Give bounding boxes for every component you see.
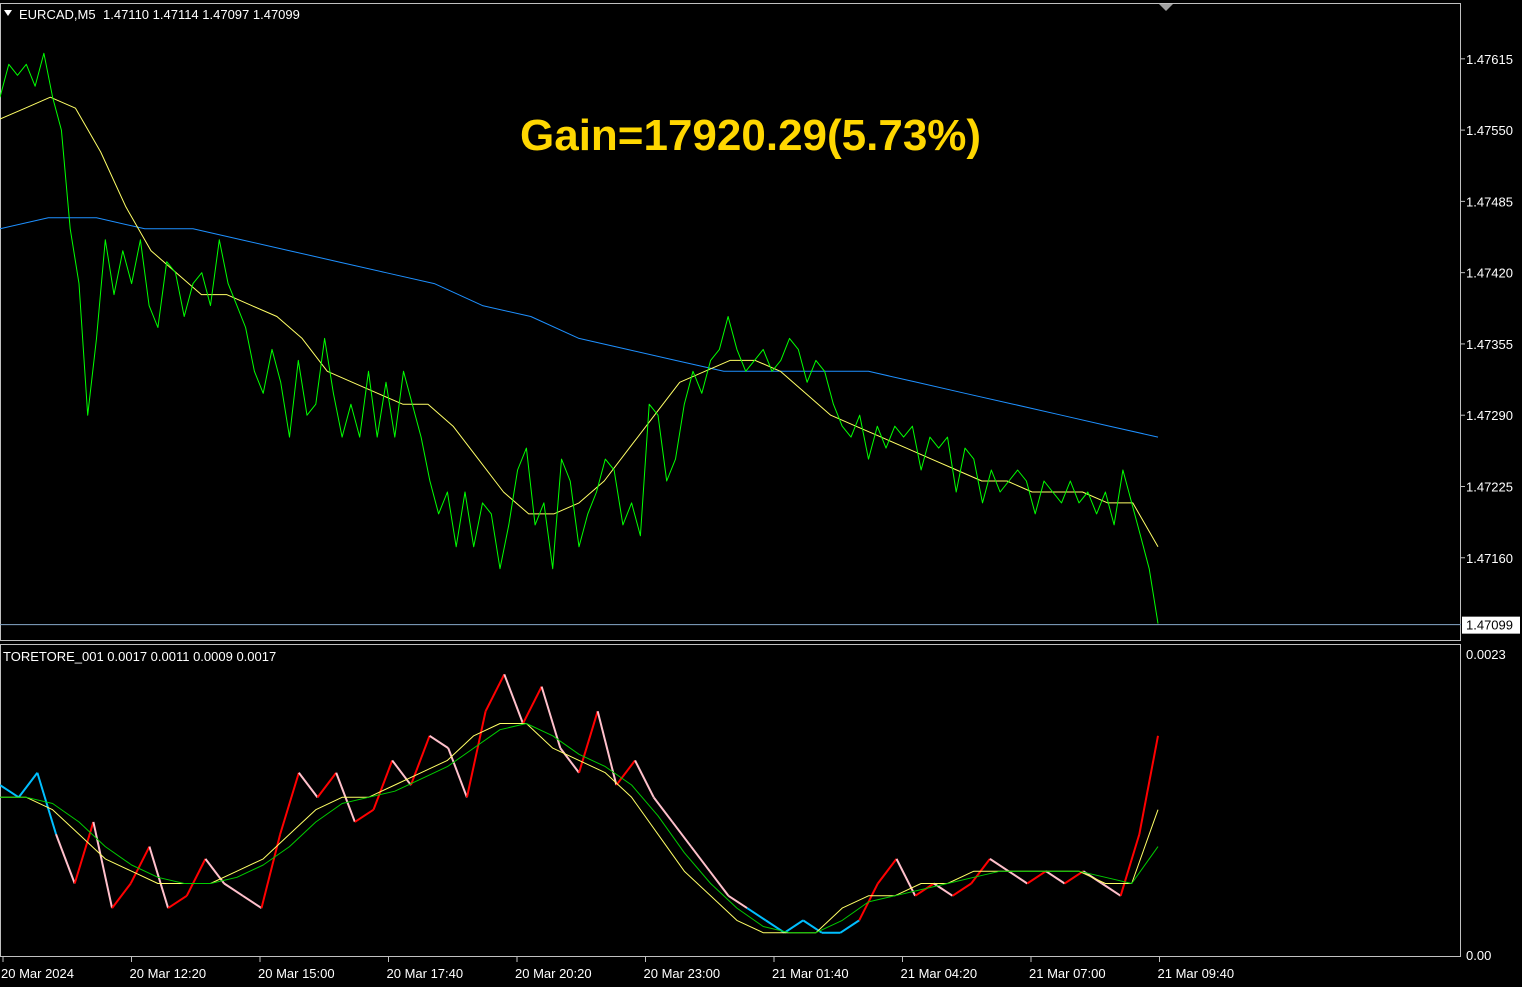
oscillator-segment <box>429 734 449 749</box>
chart-canvas[interactable]: EURCAD,M5 1.47110 1.47114 1.47097 1.4709… <box>0 0 1522 987</box>
oscillator-segment <box>73 821 95 884</box>
oscillator-segment <box>279 772 300 835</box>
main-chart-frame <box>0 3 1461 641</box>
oscillator-segment <box>652 796 674 823</box>
oscillator-segment <box>372 760 394 811</box>
oscillator-segment <box>989 858 1010 873</box>
symbol-label: EURCAD,M5 <box>19 7 96 22</box>
current-price-label: 1.47099 <box>1466 618 1513 633</box>
oscillator-signal-line-2 <box>0 723 1159 934</box>
oscillator-segment <box>1045 870 1066 885</box>
oscillator-segment <box>111 882 132 909</box>
oscillator-segment <box>839 919 860 934</box>
price-tick-label: 1.47355 <box>1466 337 1513 352</box>
chart-shift-marker-icon[interactable] <box>1159 4 1173 11</box>
oscillator-segment <box>92 821 114 909</box>
oscillator-segment <box>1008 870 1028 885</box>
oscillator-segment <box>447 747 468 798</box>
fast-ma-line <box>0 96 1159 548</box>
indicator-tick-label: 0.0023 <box>1466 647 1506 662</box>
time-tick-label: 21 Mar 01:40 <box>772 966 849 981</box>
indicator-axis: 0.0023 0.00 <box>1466 647 1506 963</box>
oscillator-segment <box>522 686 543 724</box>
oscillator-segment <box>877 858 898 885</box>
time-tick-label: 21 Mar 09:40 <box>1158 966 1235 981</box>
oscillator-segment <box>167 894 188 909</box>
oscillator-segment <box>578 710 599 774</box>
oscillator-segment <box>783 919 804 934</box>
time-tick-label: 21 Mar 07:00 <box>1029 966 1106 981</box>
oscillator-signal-line <box>0 723 1159 934</box>
oscillator-segment <box>316 772 337 798</box>
time-axis: 20 Mar 2024 20 Mar 12:20 20 Mar 15:00 20 Ma… <box>1 957 1234 981</box>
oscillator-segment <box>465 711 487 798</box>
time-tick-label: 20 Mar 20:20 <box>515 966 592 981</box>
oscillator-segment <box>1119 833 1141 897</box>
oscillator-segment <box>55 833 76 884</box>
price-axis: 1.47615 1.47550 1.47485 1.47420 1.47355 1.472… <box>1461 52 1513 566</box>
oscillator-segment <box>671 821 692 848</box>
price-tick-label: 1.47485 <box>1466 194 1513 209</box>
price-tick-label: 1.47550 <box>1466 123 1513 138</box>
oscillator-segment <box>933 882 954 897</box>
price-tick-label: 1.47160 <box>1466 551 1513 566</box>
oscillator-segment <box>951 882 972 897</box>
oscillator-segment <box>17 772 39 798</box>
oscillator-segment <box>298 772 319 798</box>
time-tick-label: 20 Mar 17:40 <box>387 966 464 981</box>
oscillator-segment <box>690 845 711 872</box>
oscillator-segment <box>484 673 506 712</box>
oscillator-segment <box>0 784 20 799</box>
time-tick-label: 20 Mar 23:00 <box>644 966 721 981</box>
oscillator-segment <box>746 907 767 922</box>
oscillator-segment <box>503 673 524 724</box>
price-tick-label: 1.47420 <box>1466 266 1513 281</box>
oscillator-segment <box>727 894 748 909</box>
time-tick-label: 20 Mar 2024 <box>1 966 74 981</box>
oscillator-segment <box>409 735 431 786</box>
oscillator-segment <box>1064 870 1084 885</box>
oscillator-segment <box>185 858 207 897</box>
indicator-series-group <box>0 673 1159 934</box>
indicator-label: TORETORE_001 0.0017 0.0011 0.0009 0.0017 <box>3 649 276 664</box>
ohlc-label: 1.47110 1.47114 1.47097 1.47099 <box>103 7 300 22</box>
oscillator-segment <box>1026 870 1047 885</box>
price-tick-label: 1.47615 <box>1466 52 1513 67</box>
gain-annotation: Gain=17920.29(5.73%) <box>520 111 981 160</box>
price-tick-label: 1.47225 <box>1466 479 1513 494</box>
time-tick-label: 21 Mar 04:20 <box>901 966 978 981</box>
oscillator-segment <box>204 858 225 885</box>
slow-ma-line <box>0 217 1159 438</box>
oscillator-segment <box>242 894 263 909</box>
oscillator-segment <box>354 808 375 823</box>
indicator-frame <box>0 644 1461 957</box>
indicator-tick-label: 0.00 <box>1466 948 1491 963</box>
time-tick-label: 20 Mar 15:00 <box>258 966 335 981</box>
symbol-dropdown-icon[interactable] <box>4 10 12 16</box>
oscillator-segment <box>223 882 244 897</box>
price-tick-label: 1.47290 <box>1466 408 1513 423</box>
time-tick-label: 20 Mar 12:20 <box>130 966 207 981</box>
trading-terminal: EURCAD,M5 1.47110 1.47114 1.47097 1.4709… <box>0 0 1522 987</box>
oscillator-segment <box>1101 882 1122 897</box>
oscillator-segment <box>1138 735 1159 835</box>
